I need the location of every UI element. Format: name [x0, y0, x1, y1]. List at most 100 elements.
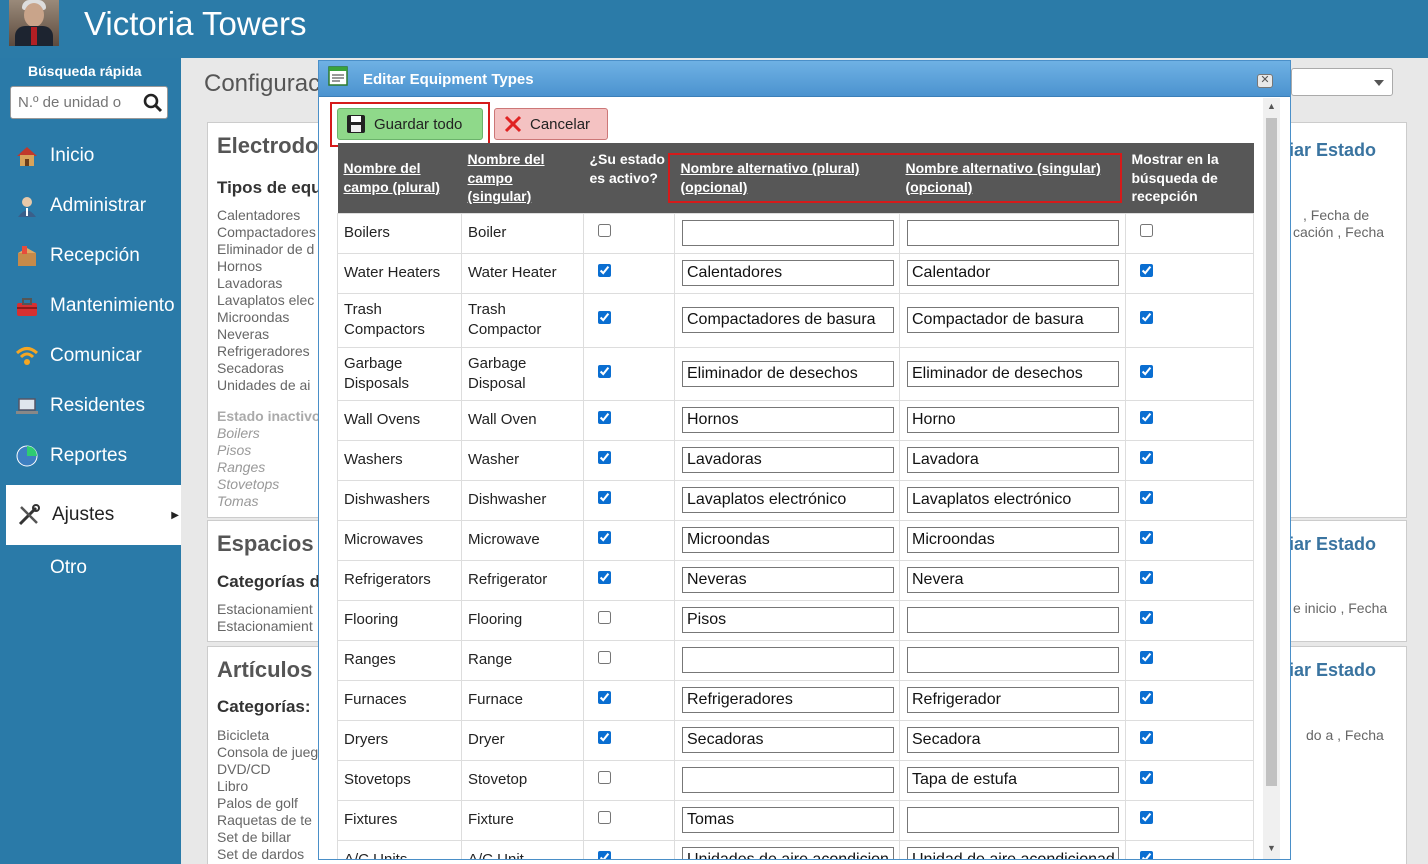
list-item[interactable]: Lavaplatos elec: [217, 292, 316, 309]
active-checkbox[interactable]: [598, 531, 611, 544]
nav-item-administrar[interactable]: Administrar: [14, 186, 181, 226]
close-button[interactable]: ✕: [1257, 74, 1273, 88]
alt-plural-input[interactable]: [682, 607, 894, 633]
show-reception-checkbox[interactable]: [1140, 451, 1153, 464]
alt-singular-input[interactable]: [907, 607, 1119, 633]
active-checkbox[interactable]: [598, 611, 611, 624]
avatar[interactable]: [9, 0, 59, 46]
list-item[interactable]: Set de dardos: [217, 846, 318, 863]
cancel-button[interactable]: Cancelar: [494, 108, 608, 140]
nav-item-mantenimiento[interactable]: Mantenimiento: [14, 286, 181, 326]
alt-plural-input[interactable]: [682, 807, 894, 833]
alt-singular-input[interactable]: [907, 807, 1119, 833]
active-checkbox[interactable]: [598, 311, 611, 324]
save-all-button[interactable]: Guardar todo: [337, 108, 483, 140]
alt-singular-input[interactable]: [907, 220, 1119, 246]
change-status-link[interactable]: biar Estado: [1278, 140, 1376, 161]
dialog-scrollbar[interactable]: ▲ ▼: [1263, 98, 1280, 859]
list-item[interactable]: Eliminador de d: [217, 241, 316, 258]
nav-item-reportes[interactable]: Reportes: [14, 436, 181, 476]
alt-singular-input[interactable]: [907, 767, 1119, 793]
list-item[interactable]: Set de billar: [217, 829, 318, 846]
nav-item-ajustes[interactable]: Ajustes ▶: [6, 485, 181, 545]
list-item[interactable]: Bicicleta: [217, 727, 318, 744]
active-checkbox[interactable]: [598, 851, 611, 859]
active-checkbox[interactable]: [598, 364, 611, 378]
alt-plural-input[interactable]: [682, 687, 894, 713]
active-checkbox[interactable]: [598, 651, 611, 664]
active-checkbox[interactable]: [598, 491, 611, 504]
show-reception-checkbox[interactable]: [1140, 224, 1153, 237]
list-item[interactable]: Raquetas de te: [217, 812, 318, 829]
active-checkbox[interactable]: [598, 411, 611, 424]
alt-plural-input[interactable]: [682, 647, 894, 673]
list-item[interactable]: Stovetops: [217, 476, 320, 493]
active-checkbox[interactable]: [598, 731, 611, 744]
alt-plural-input[interactable]: [682, 407, 894, 433]
list-item[interactable]: Refrigeradores: [217, 343, 316, 360]
nav-item-otro[interactable]: Otro: [14, 548, 181, 588]
active-checkbox[interactable]: [598, 451, 611, 464]
active-checkbox[interactable]: [598, 571, 611, 584]
alt-plural-input[interactable]: [682, 307, 894, 333]
show-reception-checkbox[interactable]: [1140, 491, 1153, 504]
show-reception-checkbox[interactable]: [1140, 571, 1153, 584]
list-item[interactable]: Secadoras: [217, 360, 316, 377]
show-reception-checkbox[interactable]: [1140, 811, 1153, 824]
alt-plural-input[interactable]: [682, 847, 894, 859]
list-item[interactable]: Lavadoras: [217, 275, 316, 292]
list-item[interactable]: Neveras: [217, 326, 316, 343]
alt-plural-input[interactable]: [682, 487, 894, 513]
list-item[interactable]: Palos de golf: [217, 795, 318, 812]
alt-plural-input[interactable]: [682, 220, 894, 246]
alt-singular-input[interactable]: [907, 447, 1119, 473]
show-reception-checkbox[interactable]: [1140, 264, 1153, 277]
nav-item-inicio[interactable]: Inicio: [14, 136, 181, 176]
alt-plural-input[interactable]: [682, 767, 894, 793]
change-status-link[interactable]: biar Estado: [1278, 660, 1376, 681]
scrollbar-thumb[interactable]: [1266, 118, 1277, 786]
list-item[interactable]: Unidades de ai: [217, 377, 316, 394]
change-status-link[interactable]: biar Estado: [1278, 534, 1376, 555]
show-reception-checkbox[interactable]: [1140, 651, 1153, 664]
nav-item-recepcion[interactable]: Recepción: [14, 236, 181, 276]
alt-plural-input[interactable]: [682, 567, 894, 593]
alt-singular-input[interactable]: [907, 360, 1119, 387]
alt-singular-input[interactable]: [907, 567, 1119, 593]
active-checkbox[interactable]: [598, 811, 611, 824]
active-checkbox[interactable]: [598, 224, 611, 237]
show-reception-checkbox[interactable]: [1140, 731, 1153, 744]
list-item[interactable]: Boilers: [217, 425, 320, 442]
list-item[interactable]: Microondas: [217, 309, 316, 326]
list-item[interactable]: Libro: [217, 778, 318, 795]
list-item[interactable]: DVD/CD: [217, 761, 318, 778]
nav-item-residentes[interactable]: Residentes: [14, 386, 181, 426]
dialog-title-bar[interactable]: Editar Equipment Types ✕: [319, 61, 1290, 97]
alt-singular-input[interactable]: [907, 487, 1119, 513]
alt-singular-input[interactable]: [907, 260, 1119, 286]
alt-singular-input[interactable]: [907, 307, 1119, 333]
alt-singular-input[interactable]: [907, 407, 1119, 433]
list-item[interactable]: Hornos: [217, 258, 316, 275]
active-checkbox[interactable]: [598, 771, 611, 784]
search-icon[interactable]: [143, 93, 163, 113]
show-reception-checkbox[interactable]: [1140, 851, 1153, 859]
alt-plural-input[interactable]: [682, 447, 894, 473]
scroll-down-icon[interactable]: ▼: [1263, 840, 1280, 857]
alt-singular-input[interactable]: [907, 847, 1119, 859]
show-reception-checkbox[interactable]: [1140, 364, 1153, 378]
column-header-plural[interactable]: Nombre del campo (plural): [337, 143, 462, 213]
alt-plural-input[interactable]: [682, 260, 894, 286]
alt-singular-input[interactable]: [907, 727, 1119, 753]
list-item[interactable]: Consola de jueg: [217, 744, 318, 761]
active-checkbox[interactable]: [598, 691, 611, 704]
show-reception-checkbox[interactable]: [1140, 771, 1153, 784]
list-item[interactable]: Calentadores: [217, 207, 316, 224]
alt-singular-input[interactable]: [907, 687, 1119, 713]
list-item[interactable]: Estacionamient: [217, 601, 313, 618]
show-reception-checkbox[interactable]: [1140, 531, 1153, 544]
page-select[interactable]: [1291, 68, 1393, 96]
alt-plural-input[interactable]: [682, 360, 894, 387]
quick-search-input[interactable]: [18, 94, 136, 111]
column-header-singular[interactable]: Nombre del campo (singular): [461, 143, 584, 213]
